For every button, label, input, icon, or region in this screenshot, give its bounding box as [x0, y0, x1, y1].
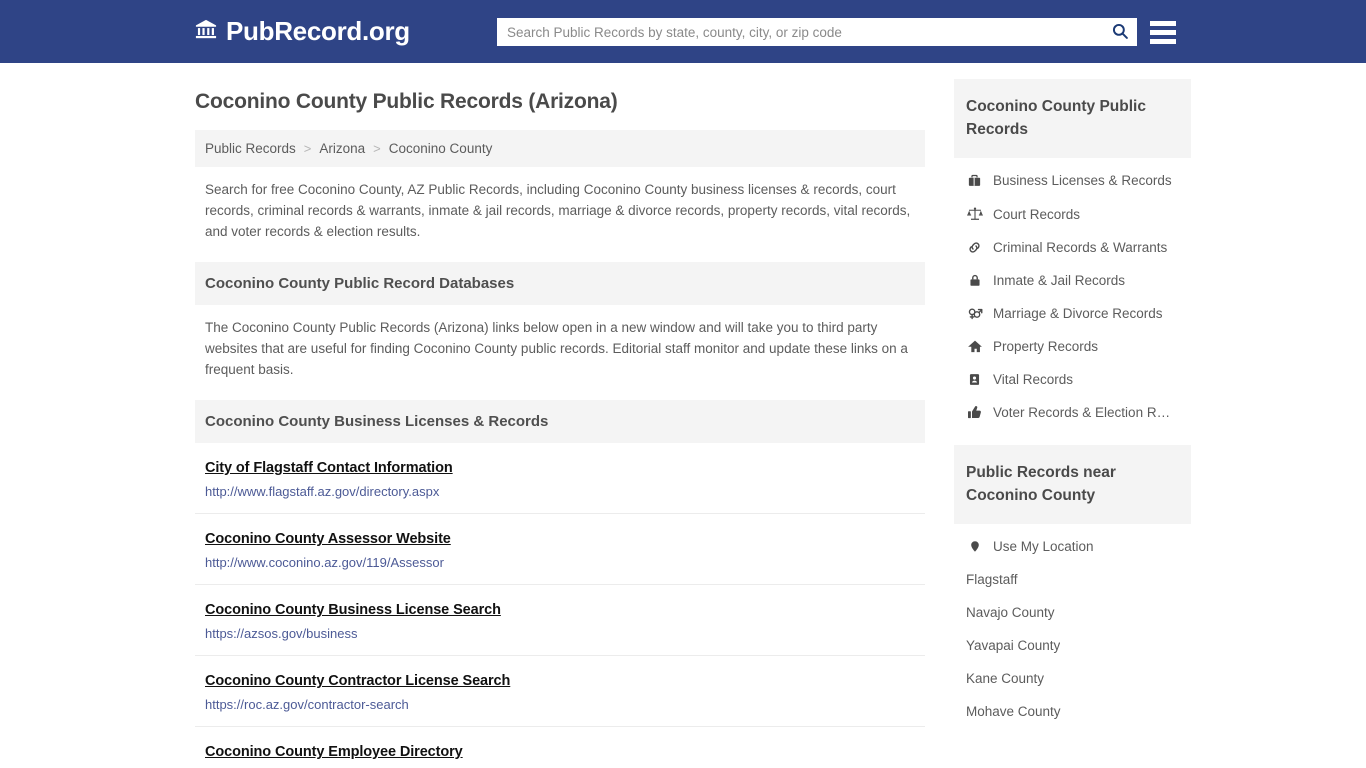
hamburger-menu-button[interactable] [1150, 16, 1176, 48]
sidebar-item-navajo-county[interactable]: Navajo County [954, 596, 1191, 629]
sidebar-item-inmate-jail-records[interactable]: Inmate & Jail Records [954, 264, 1191, 297]
hamburger-menu-icon-bar-3 [1150, 38, 1176, 44]
hamburger-menu-icon [1150, 20, 1176, 26]
list-item[interactable]: Coconino County Employee Directory https… [195, 727, 925, 768]
sidebar-item-criminal-records[interactable]: Criminal Records & Warrants [954, 231, 1191, 264]
venus-mars-icon [966, 306, 983, 321]
list-item[interactable]: City of Flagstaff Contact Information ht… [195, 443, 925, 514]
sidebar-item-property-records[interactable]: Property Records [954, 330, 1191, 363]
sidebar-item-flagstaff[interactable]: Flagstaff [954, 563, 1191, 596]
sidebar-item-vital-records[interactable]: Vital Records [954, 363, 1191, 396]
home-icon [966, 339, 983, 354]
site-logo[interactable]: PubRecord.org [195, 16, 410, 47]
record-link-url: https://roc.az.gov/contractor-search [205, 697, 409, 712]
sidebar-near-list: Use My Location Flagstaff Navajo County … [954, 524, 1191, 728]
site-header: PubRecord.org [0, 0, 1366, 63]
bank-icon [195, 18, 217, 45]
search-button[interactable] [1103, 18, 1137, 46]
sidebar-item-label: Inmate & Jail Records [993, 273, 1126, 288]
sidebar-item-yavapai-county[interactable]: Yavapai County [954, 629, 1191, 662]
list-item[interactable]: Coconino County Contractor License Searc… [195, 656, 925, 727]
map-marker-icon [966, 539, 983, 554]
sidebar-item-label: Flagstaff [966, 572, 1018, 587]
business-licenses-heading: Coconino County Business Licenses & Reco… [195, 400, 925, 443]
search-input[interactable] [497, 18, 1103, 46]
sidebar-item-label: Court Records [993, 206, 1081, 222]
databases-heading: Coconino County Public Record Databases [195, 262, 925, 305]
briefcase-icon [966, 173, 983, 188]
sidebar-item-label: Kane County [966, 671, 1045, 686]
search-icon [1111, 22, 1129, 43]
sidebar-item-label: Marriage & Divorce Records [993, 306, 1163, 321]
sidebar-item-label: Voter Records & Election R… [993, 405, 1171, 420]
handcuffs-icon [966, 240, 983, 255]
record-link-title[interactable]: Coconino County Business License Search [205, 602, 501, 618]
sidebar-records-panel: Coconino County Public Records Business … [954, 79, 1191, 429]
search-bar [497, 18, 1137, 46]
page-body: Coconino County Public Records (Arizona)… [0, 63, 1366, 768]
lock-icon [966, 273, 983, 288]
breadcrumb-item-arizona[interactable]: Arizona [319, 141, 365, 156]
sidebar-item-label: Mohave County [966, 704, 1061, 719]
record-link-title[interactable]: Coconino County Assessor Website [205, 531, 451, 547]
breadcrumb-separator-2: > [373, 141, 381, 156]
sidebar-item-voter-records[interactable]: Voter Records & Election R… [954, 396, 1191, 429]
sidebar-near-panel: Public Records near Coconino County Use … [954, 445, 1191, 728]
balance-scale-icon [966, 206, 983, 222]
sidebar-item-label: Use My Location [993, 539, 1094, 554]
databases-paragraph: The Coconino County Public Records (Ariz… [205, 320, 908, 377]
thumbs-up-icon [966, 405, 983, 420]
intro-paragraph: Search for free Coconino County, AZ Publ… [205, 182, 911, 239]
sidebar-item-label: Criminal Records & Warrants [993, 240, 1168, 255]
sidebar-item-label: Vital Records [993, 372, 1074, 387]
record-link-url: http://www.flagstaff.az.gov/directory.as… [205, 484, 440, 499]
sidebar-records-heading: Coconino County Public Records [954, 79, 1191, 158]
hamburger-menu-icon-bar-2 [1150, 29, 1176, 35]
sidebar-near-heading: Public Records near Coconino County [954, 445, 1191, 524]
breadcrumb-item-coconino-county[interactable]: Coconino County [389, 141, 493, 156]
sidebar-item-label: Property Records [993, 339, 1099, 354]
sidebar-item-marriage-divorce-records[interactable]: Marriage & Divorce Records [954, 297, 1191, 330]
sidebar-item-label: Business Licenses & Records [993, 173, 1172, 188]
sidebar-item-label: Yavapai County [966, 638, 1061, 653]
record-link-url: https://azsos.gov/business [205, 626, 358, 641]
sidebar-records-list: Business Licenses & Records Court Record… [954, 158, 1191, 429]
breadcrumb-separator: > [303, 141, 312, 156]
sidebar-item-use-my-location[interactable]: Use My Location [954, 530, 1191, 563]
breadcrumb-item-public-records[interactable]: Public Records [205, 141, 296, 156]
sidebar-item-business-licenses[interactable]: Business Licenses & Records [954, 164, 1191, 197]
sidebar-item-mohave-county[interactable]: Mohave County [954, 695, 1191, 728]
list-item[interactable]: Coconino County Business License Search … [195, 585, 925, 656]
sidebar-item-kane-county[interactable]: Kane County [954, 662, 1191, 695]
site-logo-text: PubRecord.org [226, 16, 410, 46]
record-link-url: http://www.coconino.az.gov/119/Assessor [205, 555, 444, 570]
record-link-title[interactable]: Coconino County Employee Directory [205, 744, 463, 760]
id-card-icon [966, 372, 983, 387]
sidebar-item-label: Navajo County [966, 605, 1055, 620]
record-link-title[interactable]: Coconino County Contractor License Searc… [205, 673, 510, 689]
page-title: Coconino County Public Records (Arizona) [195, 90, 618, 113]
list-item[interactable]: Coconino County Assessor Website http://… [195, 514, 925, 585]
main-content: Coconino County Public Records (Arizona)… [195, 63, 925, 768]
sidebar-item-court-records[interactable]: Court Records [954, 197, 1191, 231]
record-link-title[interactable]: City of Flagstaff Contact Information [205, 460, 453, 476]
breadcrumb: Public Records > Arizona > Coconino Coun… [195, 130, 925, 167]
sidebar: Coconino County Public Records Business … [954, 63, 1191, 728]
